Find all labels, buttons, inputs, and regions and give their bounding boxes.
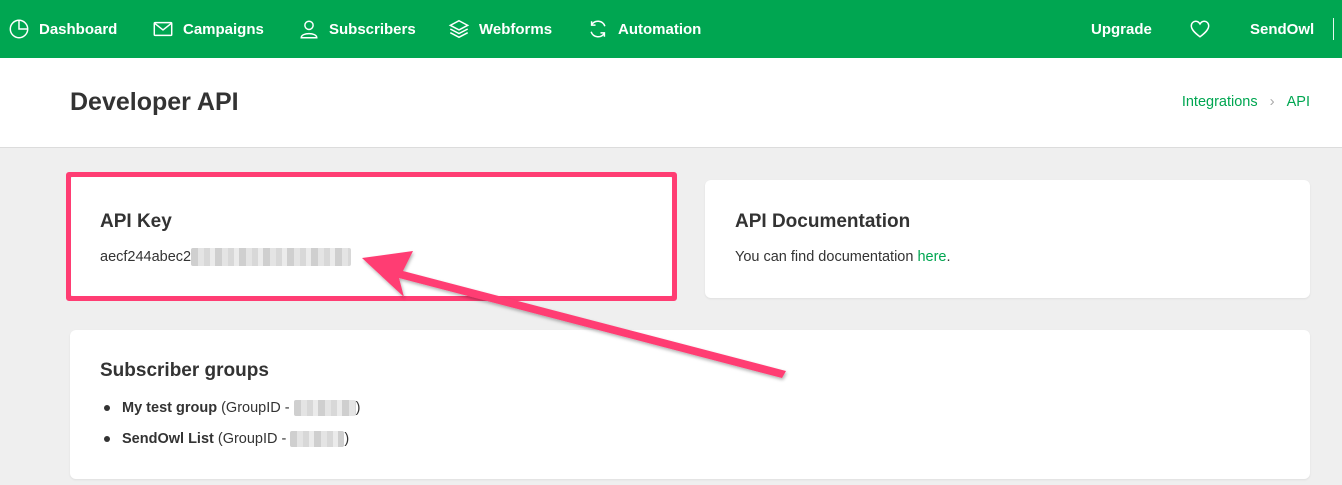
api-docs-sentence: You can find documentation [735,249,918,265]
nav-subscribers-label: Subscribers [329,20,416,38]
group-id-redacted [293,400,356,417]
envelope-icon [153,21,173,37]
api-key-value[interactable]: aecf244abec2 [100,248,352,266]
api-key-visible: aecf244abec2 [100,248,192,265]
group-id-suffix: ) [344,431,350,447]
nav-subscribers[interactable]: Subscribers [298,0,416,58]
nav-divider [1333,18,1334,40]
api-docs-title: API Documentation [735,211,911,232]
subscriber-groups-title: Subscriber groups [100,360,269,381]
group-id-prefix: (GroupID - [213,431,291,447]
nav-campaigns-label: Campaigns [183,20,264,38]
favorites-button[interactable] [1189,0,1220,58]
layers-icon [448,19,470,39]
subscriber-groups-list: My test group (GroupID - ) SendOwl List … [103,397,361,459]
group-id-prefix: (GroupID - [217,400,294,416]
group-id-suffix: ) [355,400,361,416]
breadcrumb-integrations[interactable]: Integrations [1182,94,1258,110]
top-navigation: Dashboard Campaigns Subscribers Webforms… [0,0,1342,58]
page-header: Developer API Integrations › API [0,58,1342,148]
nav-automation[interactable]: Automation [587,0,701,58]
nav-webforms-label: Webforms [479,20,553,38]
api-docs-card: API Documentation You can find documenta… [705,180,1310,298]
group-name: My test group [122,400,218,416]
nav-dashboard-label: Dashboard [39,20,118,38]
upgrade-link[interactable]: Upgrade [1091,0,1152,58]
breadcrumb: Integrations › API [1182,93,1310,110]
group-name: SendOwl List [122,431,214,447]
refresh-icon [590,20,606,38]
breadcrumb-api[interactable]: API [1287,94,1310,110]
nav-dashboard[interactable]: Dashboard [8,0,117,58]
api-key-redacted [191,248,352,266]
account-menu[interactable]: SendOwl [1250,0,1314,58]
list-item: My test group (GroupID - ) [103,397,361,428]
page-title: Developer API [70,88,239,116]
nav-campaigns[interactable]: Campaigns [152,0,264,58]
heart-icon [1190,20,1210,38]
api-key-title: API Key [100,211,172,232]
api-key-card: API Key aecf244abec2 [70,176,673,297]
account-name: SendOwl [1250,20,1315,38]
nav-webforms[interactable]: Webforms [448,0,552,58]
upgrade-label: Upgrade [1091,20,1152,38]
pie-chart-icon [9,19,29,39]
nav-automation-label: Automation [618,20,702,38]
user-icon [300,20,318,39]
api-docs-period: . [946,249,951,265]
list-item: SendOwl List (GroupID - ) [103,428,360,459]
group-id-redacted [290,431,345,448]
api-docs-text: You can find documentation here. [735,249,951,265]
api-docs-here-link[interactable]: here [917,249,946,265]
chevron-right-icon: › [1269,93,1275,110]
